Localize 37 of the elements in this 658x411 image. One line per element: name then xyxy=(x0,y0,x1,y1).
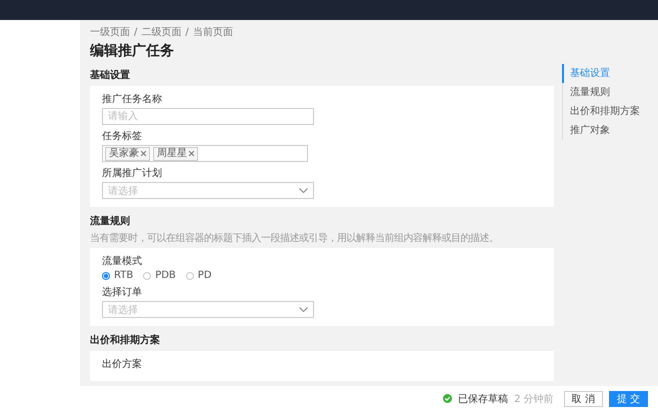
anchor-nav-item[interactable]: 出价和排期方案 xyxy=(562,102,658,121)
chevron-down-icon xyxy=(299,307,308,312)
close-icon[interactable] xyxy=(141,151,146,156)
anchor-nav-item[interactable]: 推广对象 xyxy=(562,121,658,140)
save-status: 已保存草稿 xyxy=(458,392,508,406)
tag-input-field[interactable]: 吴家豪 周星星 xyxy=(102,145,308,162)
check-circle-icon xyxy=(443,394,452,403)
radio-icon[interactable] xyxy=(186,272,194,280)
chevron-down-icon xyxy=(299,188,308,193)
breadcrumb-link[interactable]: 二级页面 xyxy=(141,26,182,39)
field-label: 所属推广计划 xyxy=(102,167,163,180)
anchor-nav-item[interactable]: 流量规则 xyxy=(562,83,658,102)
input-field[interactable]: 请输入 xyxy=(102,108,314,125)
submit-button[interactable]: 提 交 xyxy=(608,390,648,406)
radio-option[interactable]: PD xyxy=(186,270,212,281)
close-icon[interactable] xyxy=(189,151,194,156)
radio-option[interactable]: PDB xyxy=(143,270,176,281)
breadcrumb-link[interactable]: 一级页面 xyxy=(90,26,130,39)
field-label: 任务标签 xyxy=(102,130,143,143)
tag-label: 周星星 xyxy=(157,148,187,160)
field-label: 出价方案 xyxy=(102,358,143,371)
save-time: 2 分钟前 xyxy=(514,392,554,406)
radio-option[interactable]: RTB xyxy=(102,270,134,281)
radio-icon[interactable] xyxy=(102,272,110,280)
section-description: 当有需要时，可以在组容器的标题下插入一段描述或引导，用以解释当前组内容解释或目的描述。 xyxy=(90,232,500,245)
tag-label: 吴家豪 xyxy=(109,148,139,160)
section-heading: 出价和排期方案 xyxy=(90,334,161,348)
field-label: 推广任务名称 xyxy=(102,93,163,106)
breadcrumb-separator: / xyxy=(134,26,138,39)
page-title: 编辑推广任务 xyxy=(90,42,175,61)
radio-icon[interactable] xyxy=(143,272,152,280)
field-label: 选择订单 xyxy=(102,286,143,299)
section-heading: 流量规则 xyxy=(90,215,131,229)
breadcrumb-separator: / xyxy=(185,26,189,39)
field-label: 流量模式 xyxy=(102,255,143,268)
cancel-button[interactable]: 取 消 xyxy=(564,390,603,406)
section-heading: 基础设置 xyxy=(90,69,131,83)
